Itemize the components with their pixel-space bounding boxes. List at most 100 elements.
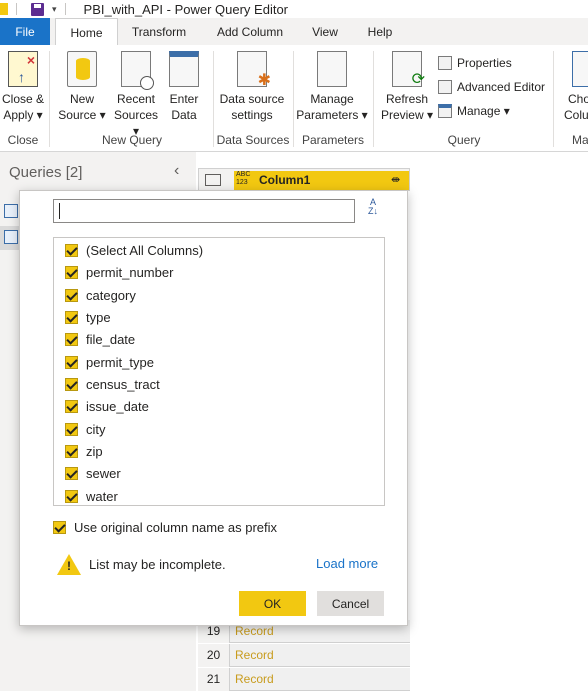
- list-item[interactable]: water: [65, 486, 118, 506]
- manage-label: Manage ▾: [457, 104, 510, 118]
- refresh-icon: ⟳: [392, 51, 425, 88]
- manage-icon: [438, 104, 452, 118]
- group-label-manage-columns: Ma: [572, 133, 588, 147]
- checkbox-checked[interactable]: [65, 288, 78, 302]
- enter-data-button[interactable]: Enter Data: [164, 51, 204, 123]
- new-source-label-2: Source ▾: [58, 108, 106, 122]
- column-name: Column1: [259, 173, 311, 187]
- refresh-preview-button[interactable]: ⟳ Refresh Preview ▾: [380, 51, 434, 123]
- query-table-icon-2[interactable]: [4, 230, 18, 244]
- list-item[interactable]: file_date: [65, 329, 135, 349]
- cancel-button[interactable]: Cancel: [317, 591, 384, 616]
- record-link[interactable]: Record: [235, 624, 274, 638]
- parameters-icon: [317, 51, 347, 87]
- new-source-button[interactable]: New Source ▾: [56, 51, 108, 123]
- prefix-label: Use original column name as prefix: [74, 519, 278, 535]
- list-item[interactable]: permit_type: [65, 352, 154, 372]
- checkbox-label: file_date: [86, 331, 136, 347]
- close-apply-icon: × ↑: [8, 51, 38, 87]
- ok-button[interactable]: OK: [239, 591, 306, 616]
- list-item[interactable]: permit_number: [65, 262, 173, 282]
- ribbon-separator: [49, 51, 50, 147]
- recent-sources-button[interactable]: Recent Sources ▾: [110, 51, 162, 139]
- checkbox-checked[interactable]: [65, 377, 78, 391]
- enter-data-label-2: Data: [171, 108, 197, 122]
- manage-button[interactable]: Manage ▾: [438, 104, 510, 118]
- incomplete-warning: ! List may be incomplete.: [57, 554, 226, 575]
- group-label-data-sources: Data Sources: [216, 133, 290, 147]
- list-item[interactable]: type: [65, 307, 111, 327]
- refresh-preview-label-2: Preview ▾: [380, 108, 434, 122]
- tab-add-column[interactable]: Add Column: [208, 18, 292, 45]
- query-table-icon[interactable]: [4, 204, 18, 218]
- manage-parameters-button[interactable]: Manage Parameters ▾: [296, 51, 368, 123]
- checkbox-checked[interactable]: [65, 243, 78, 257]
- checkbox-checked[interactable]: [65, 444, 78, 458]
- tab-file[interactable]: File: [0, 18, 50, 45]
- tab-home[interactable]: Home: [55, 18, 118, 46]
- list-item[interactable]: census_tract: [65, 374, 160, 394]
- group-label-query: Query: [447, 133, 481, 147]
- list-item[interactable]: (Select All Columns): [65, 240, 203, 260]
- checkbox-label: issue_date: [86, 398, 149, 414]
- choose-columns-button[interactable]: Cho Colum: [564, 51, 588, 123]
- load-more-link[interactable]: Load more: [316, 556, 378, 571]
- warning-icon: !: [57, 554, 81, 575]
- save-icon[interactable]: [31, 2, 44, 16]
- list-item[interactable]: category: [65, 285, 136, 305]
- tab-view[interactable]: View: [304, 18, 346, 45]
- any-type-icon[interactable]: ABC 123: [234, 171, 255, 189]
- column-checkbox-list: (Select All Columns) permit_number categ…: [53, 237, 385, 506]
- prefix-option[interactable]: Use original column name as prefix: [53, 517, 277, 537]
- ribbon-separator: [553, 51, 554, 147]
- group-label-new-query: New Query: [101, 133, 163, 147]
- table-row: 20 Record: [198, 644, 410, 667]
- tab-help[interactable]: Help: [358, 18, 402, 45]
- list-item[interactable]: city: [65, 419, 106, 439]
- title-bar: ▾ PBI_with_API - Power Query Editor: [0, 0, 588, 18]
- queries-label: Queries [2]: [9, 164, 83, 181]
- list-item[interactable]: zip: [65, 441, 103, 461]
- quick-access-dropdown[interactable]: ▾: [52, 4, 57, 15]
- checkbox-checked[interactable]: [65, 310, 78, 324]
- row-number: 20: [198, 644, 230, 667]
- choose-columns-label-1: Cho: [568, 92, 588, 106]
- close-apply-label-2: Apply ▾: [3, 108, 43, 122]
- close-apply-button[interactable]: × ↑ Close & Apply ▾: [0, 51, 46, 123]
- record-link[interactable]: Record: [235, 672, 274, 686]
- expand-columns-icon[interactable]: ⇼: [391, 173, 400, 186]
- column-header[interactable]: ABC 123 Column1 ⇼: [198, 168, 410, 191]
- checkbox-checked[interactable]: [65, 489, 78, 503]
- group-label-parameters: Parameters: [301, 133, 365, 147]
- data-source-settings-icon: ✱: [237, 51, 271, 89]
- checkbox-checked[interactable]: [65, 399, 78, 413]
- data-source-settings-label-2: settings: [231, 108, 273, 122]
- prefix-checkbox-checked[interactable]: [53, 520, 66, 534]
- new-source-label-1: New: [69, 92, 94, 106]
- tab-transform[interactable]: Transform: [125, 18, 193, 45]
- checkbox-label: (Select All Columns): [86, 242, 204, 258]
- properties-button[interactable]: Properties: [438, 56, 512, 70]
- group-label-close: Close: [7, 133, 39, 147]
- sort-az-icon[interactable]: A Z↓: [361, 198, 385, 224]
- table-menu-icon[interactable]: [205, 174, 221, 186]
- checkbox-checked[interactable]: [65, 355, 78, 369]
- search-columns-input[interactable]: [53, 199, 355, 223]
- list-item[interactable]: issue_date: [65, 396, 149, 416]
- list-item[interactable]: sewer: [65, 463, 121, 483]
- choose-columns-icon: [572, 51, 588, 87]
- advanced-editor-button[interactable]: Advanced Editor: [438, 80, 545, 94]
- titlebar-separator: [16, 3, 17, 15]
- checkbox-checked[interactable]: [65, 422, 78, 436]
- close-apply-label-1: Close &: [1, 92, 45, 106]
- checkbox-checked[interactable]: [65, 265, 78, 279]
- checkbox-checked[interactable]: [65, 466, 78, 480]
- data-source-settings-button[interactable]: ✱ Data source settings: [216, 51, 288, 123]
- record-link[interactable]: Record: [235, 648, 274, 662]
- properties-icon: [438, 56, 452, 70]
- enter-data-label-1: Enter: [169, 92, 199, 106]
- checkbox-label: city: [86, 421, 106, 437]
- warning-text: List may be incomplete.: [89, 557, 226, 572]
- checkbox-checked[interactable]: [65, 332, 78, 346]
- collapse-chevron-icon[interactable]: ‹: [174, 162, 179, 180]
